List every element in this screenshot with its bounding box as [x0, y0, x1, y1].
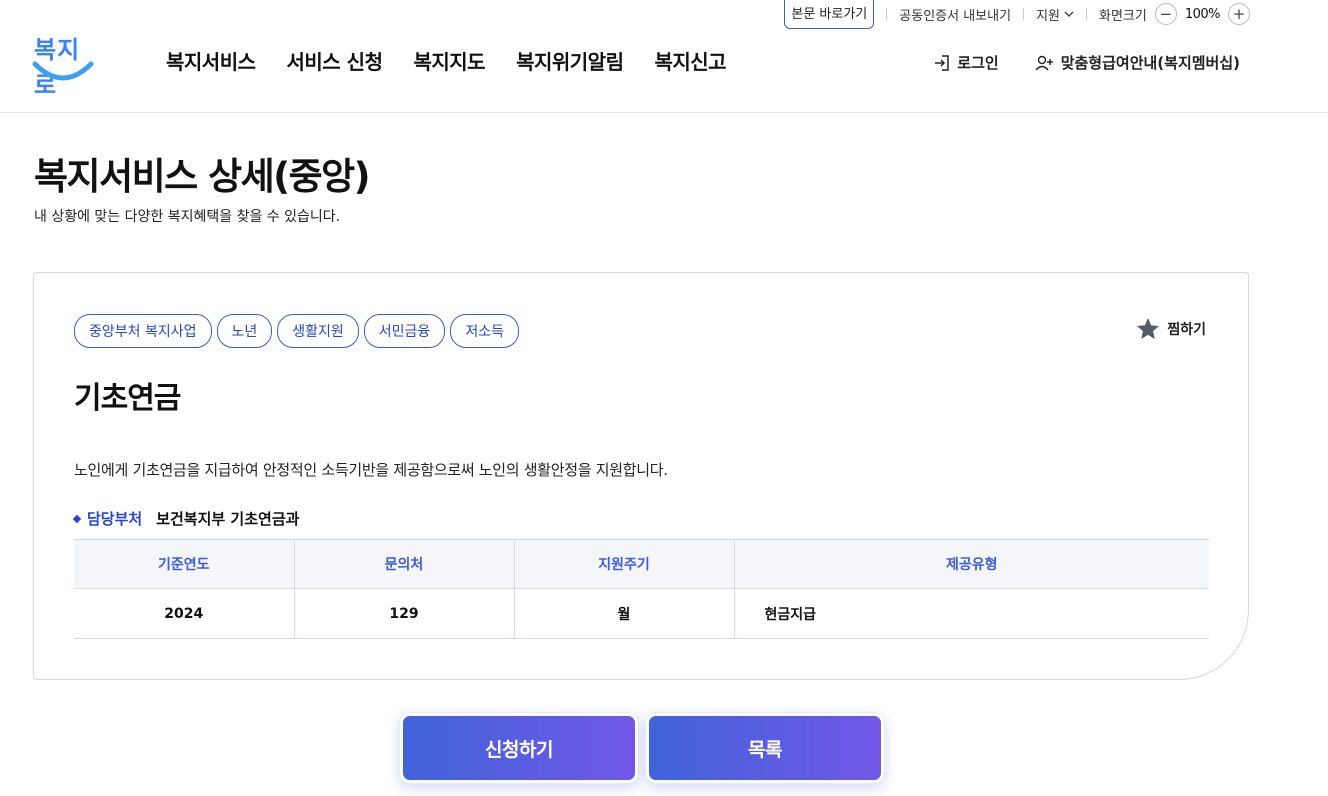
table-cell-year: 2024 — [74, 588, 295, 639]
membership-link[interactable]: 맞춤형급여안내(복지멤버십) — [1035, 52, 1240, 73]
bullet-icon — [72, 514, 82, 523]
table-header-contact: 문의처 — [294, 539, 515, 589]
support-dropdown[interactable]: 지원 — [1036, 5, 1074, 24]
zoom-control: 화면크기 − 100% + — [1099, 3, 1250, 25]
divider — [886, 8, 888, 20]
zoom-value: 100% — [1184, 6, 1221, 22]
login-link[interactable]: 로그인 — [933, 52, 999, 73]
login-icon — [935, 54, 950, 71]
nav-welfare-map[interactable]: 복지지도 — [413, 46, 485, 75]
favorite-label: 찜하기 — [1167, 322, 1206, 338]
service-description: 노인에게 기초연금을 지급하여 안정적인 소득기반을 제공함으로써 노인의 생활… — [74, 461, 668, 479]
skip-to-content-link[interactable]: 본문 바로가기 — [784, 0, 875, 29]
tag-central-ministry[interactable]: 중앙부처 복지사업 — [74, 314, 212, 348]
page-title: 복지서비스 상세(중앙) — [34, 155, 371, 198]
utility-bar: 본문 바로가기 공동인증서 내보내기 지원 화면크기 − 100% + — [784, 0, 1250, 29]
divider — [1085, 8, 1087, 20]
site-logo[interactable]: 복지로 — [30, 30, 94, 99]
table-header-row: 기준연도 문의처 지원주기 제공유형 — [74, 539, 1209, 589]
department-label: 담당부처 — [72, 508, 143, 529]
service-info-table: 기준연도 문의처 지원주기 제공유형 2024 129 월 현금지급 — [74, 539, 1209, 639]
service-detail-card: 중앙부처 복지사업 노년 생활지원 서민금융 저소득 찜하기 기초연금 노인에게… — [33, 272, 1249, 680]
cert-export-link[interactable]: 공동인증서 내보내기 — [899, 5, 1011, 24]
main-nav: 복지서비스 서비스 신청 복지지도 복지위기알림 복지신고 — [166, 46, 727, 75]
tag-low-income[interactable]: 저소득 — [450, 314, 519, 348]
list-button[interactable]: 목록 — [646, 713, 884, 783]
table-cell-contact: 129 — [294, 588, 515, 639]
table-header-cycle: 지원주기 — [514, 539, 735, 589]
nav-service-apply[interactable]: 서비스 신청 — [287, 46, 383, 75]
zoom-in-button[interactable]: + — [1228, 3, 1250, 25]
user-add-icon — [1035, 55, 1053, 70]
page-subtitle: 내 상황에 맞는 다양한 복지혜택을 찾을 수 있습니다. — [34, 209, 341, 225]
membership-label: 맞춤형급여안내(복지멤버십) — [1060, 54, 1240, 72]
support-label: 지원 — [1036, 8, 1060, 24]
department-value: 보건복지부 기초연금과 — [156, 510, 300, 528]
nav-welfare-report[interactable]: 복지신고 — [654, 46, 726, 75]
service-title: 기초연금 — [74, 381, 181, 416]
login-label: 로그인 — [957, 54, 999, 72]
action-buttons: 신청하기 목록 — [400, 713, 884, 783]
divider — [1023, 8, 1025, 20]
header-user-menu: 로그인 맞춤형급여안내(복지멤버십) — [933, 52, 1240, 73]
tag-microfinance[interactable]: 서민금융 — [363, 314, 446, 348]
tag-living-support[interactable]: 생활지원 — [277, 314, 359, 348]
logo-smile-icon — [32, 61, 94, 81]
nav-welfare-service[interactable]: 복지서비스 — [166, 46, 256, 75]
zoom-label: 화면크기 — [1098, 8, 1147, 24]
table-header-year: 기준연도 — [74, 539, 295, 589]
zoom-out-button[interactable]: − — [1154, 3, 1177, 25]
table-cell-type: 현금지급 — [734, 588, 1209, 639]
table-header-type: 제공유형 — [734, 539, 1209, 589]
department-info: 담당부처 보건복지부 기초연금과 — [72, 508, 300, 529]
favorite-button[interactable]: 찜하기 — [1135, 316, 1206, 342]
table-row: 2024 129 월 현금지급 — [74, 588, 1209, 639]
department-label-text: 담당부처 — [87, 510, 143, 528]
service-tags: 중앙부처 복지사업 노년 생활지원 서민금융 저소득 — [74, 314, 519, 348]
tag-senior[interactable]: 노년 — [216, 314, 273, 348]
table-cell-cycle: 월 — [514, 588, 735, 639]
chevron-down-icon — [1064, 11, 1074, 17]
nav-crisis-alert[interactable]: 복지위기알림 — [516, 46, 624, 75]
star-icon — [1137, 317, 1160, 339]
apply-button[interactable]: 신청하기 — [400, 713, 638, 783]
